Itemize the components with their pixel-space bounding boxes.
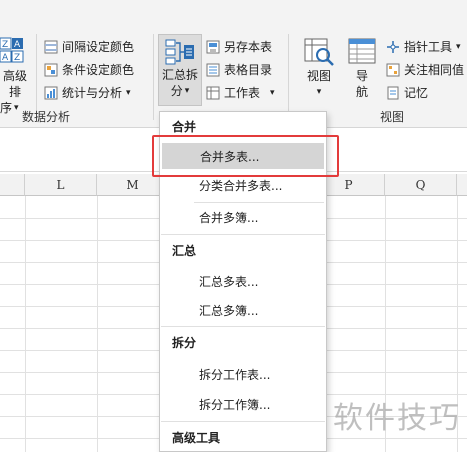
column-header-l[interactable]: L: [25, 174, 97, 196]
memory-button[interactable]: 记忆: [386, 84, 428, 101]
merge-split-label-2: 分: [170, 84, 183, 98]
view-icon: [304, 38, 334, 66]
view-button[interactable]: 视图 ▾: [298, 36, 340, 100]
save-sheet-label: 另存本表: [224, 40, 273, 54]
chevron-down-icon: ▾: [14, 103, 19, 113]
column-header: [0, 174, 25, 196]
interval-color-label: 间隔设定颜色: [62, 40, 135, 54]
highlight-box: [152, 135, 339, 177]
watch-same-button[interactable]: 关注相同值: [386, 61, 464, 78]
menu-divider: [161, 326, 325, 327]
sort-az-icon: Z A A Z: [0, 37, 24, 63]
menu-divider: [161, 234, 325, 235]
merge-split-button[interactable]: 汇总拆 分 ▾: [158, 34, 202, 106]
menu-item-summarize-sheets[interactable]: 汇总多表...: [161, 268, 325, 294]
merge-split-icon: [165, 39, 194, 65]
advanced-sort-label-1: 高级排: [2, 69, 27, 99]
column-header[interactable]: [457, 174, 467, 196]
advanced-sort-label-2: 序: [0, 101, 13, 115]
data-analysis-group-label: 数据分析: [22, 110, 71, 124]
statistics-icon: [44, 86, 58, 99]
navigation-label-2: 航: [355, 85, 368, 99]
worksheet-button[interactable]: 工作表 ▾: [206, 84, 275, 101]
condition-color-label: 条件设定颜色: [62, 63, 135, 77]
menu-item-label: 汇总多簿...: [199, 303, 259, 318]
watermark: 软件技巧: [333, 401, 461, 436]
pointer-tool-button[interactable]: 指针工具 ▾: [386, 38, 461, 55]
save-sheet-button[interactable]: 另存本表: [206, 38, 272, 55]
menu-item-merge-workbooks[interactable]: 合并多簿...: [161, 204, 325, 230]
svg-text:Z: Z: [14, 53, 20, 63]
menu-item-summarize-workbooks[interactable]: 汇总多簿...: [161, 297, 325, 323]
svg-text:A: A: [14, 40, 21, 50]
chevron-down-icon: ▾: [184, 86, 190, 96]
menu-item-split-workbook[interactable]: 拆分工作簿...: [161, 391, 325, 417]
svg-text:Z: Z: [2, 40, 8, 50]
chevron-down-icon: ▾: [270, 87, 275, 98]
menu-item-label: 拆分工作表...: [199, 367, 271, 382]
grid-line: [25, 196, 26, 452]
view-label: 视图: [306, 69, 331, 83]
column-header-label: L: [56, 177, 65, 192]
menu-item-label: 拆分工作簿...: [199, 397, 271, 412]
sheet-directory-button[interactable]: 表格目录: [206, 61, 272, 78]
column-header-q[interactable]: Q: [385, 174, 457, 196]
statistics-label: 统计与分析: [62, 86, 123, 100]
menu-divider: [194, 202, 324, 203]
chevron-down-icon: ▾: [456, 41, 461, 52]
merge-split-label-1: 汇总拆: [161, 68, 198, 82]
pointer-tool-icon: [387, 40, 399, 53]
condition-color-icon: [44, 63, 58, 76]
watch-same-label: 关注相同值: [404, 63, 465, 77]
sheet-directory-icon: [206, 63, 220, 76]
memory-label: 记忆: [404, 86, 429, 100]
menu-item-label: 汇总多表...: [199, 274, 259, 289]
menu-section-advanced-tools: 高级工具: [172, 431, 221, 445]
worksheet-label: 工作表: [224, 86, 261, 100]
watch-same-icon: [386, 63, 400, 76]
navigation-label-1: 导: [355, 69, 368, 83]
column-header-label: P: [344, 177, 353, 192]
memory-icon: [387, 86, 399, 99]
menu-section-split: 拆分: [172, 336, 197, 350]
interval-color-icon: [44, 40, 58, 53]
column-header-label: M: [126, 177, 139, 192]
menu-divider: [161, 421, 325, 422]
column-header-label: Q: [415, 177, 426, 192]
ribbon: Z A A Z 高级排 序 ▾ 间隔设定颜色 条件设定颜色 统计与分析 ▾ 数据…: [0, 0, 467, 128]
menu-section-merge: 合并: [172, 120, 197, 134]
menu-item-split-worksheet[interactable]: 拆分工作表...: [161, 361, 325, 387]
svg-text:A: A: [2, 53, 9, 63]
chevron-down-icon: ▾: [316, 87, 322, 97]
ribbon-separator: [288, 34, 289, 120]
menu-item-label: 分类合并多表...: [199, 178, 283, 193]
interval-color-button[interactable]: 间隔设定颜色: [44, 38, 134, 55]
statistics-button[interactable]: 统计与分析 ▾: [44, 84, 131, 101]
navigation-icon: [348, 38, 376, 64]
menu-section-summary: 汇总: [172, 244, 197, 258]
view-group-label: 视图: [380, 110, 405, 124]
ribbon-separator: [153, 34, 154, 120]
navigation-button[interactable]: 导 航: [344, 36, 380, 100]
pointer-tool-label: 指针工具: [404, 40, 453, 54]
worksheet-icon: [206, 86, 220, 99]
menu-item-label: 合并多簿...: [199, 210, 259, 225]
advanced-sort-button[interactable]: Z A A Z 高级排 序 ▾: [0, 36, 30, 116]
condition-color-button[interactable]: 条件设定颜色: [44, 61, 134, 78]
save-sheet-icon: [206, 40, 220, 53]
grid-line: [97, 196, 98, 452]
chevron-down-icon: ▾: [126, 87, 131, 98]
sheet-directory-label: 表格目录: [224, 63, 273, 77]
